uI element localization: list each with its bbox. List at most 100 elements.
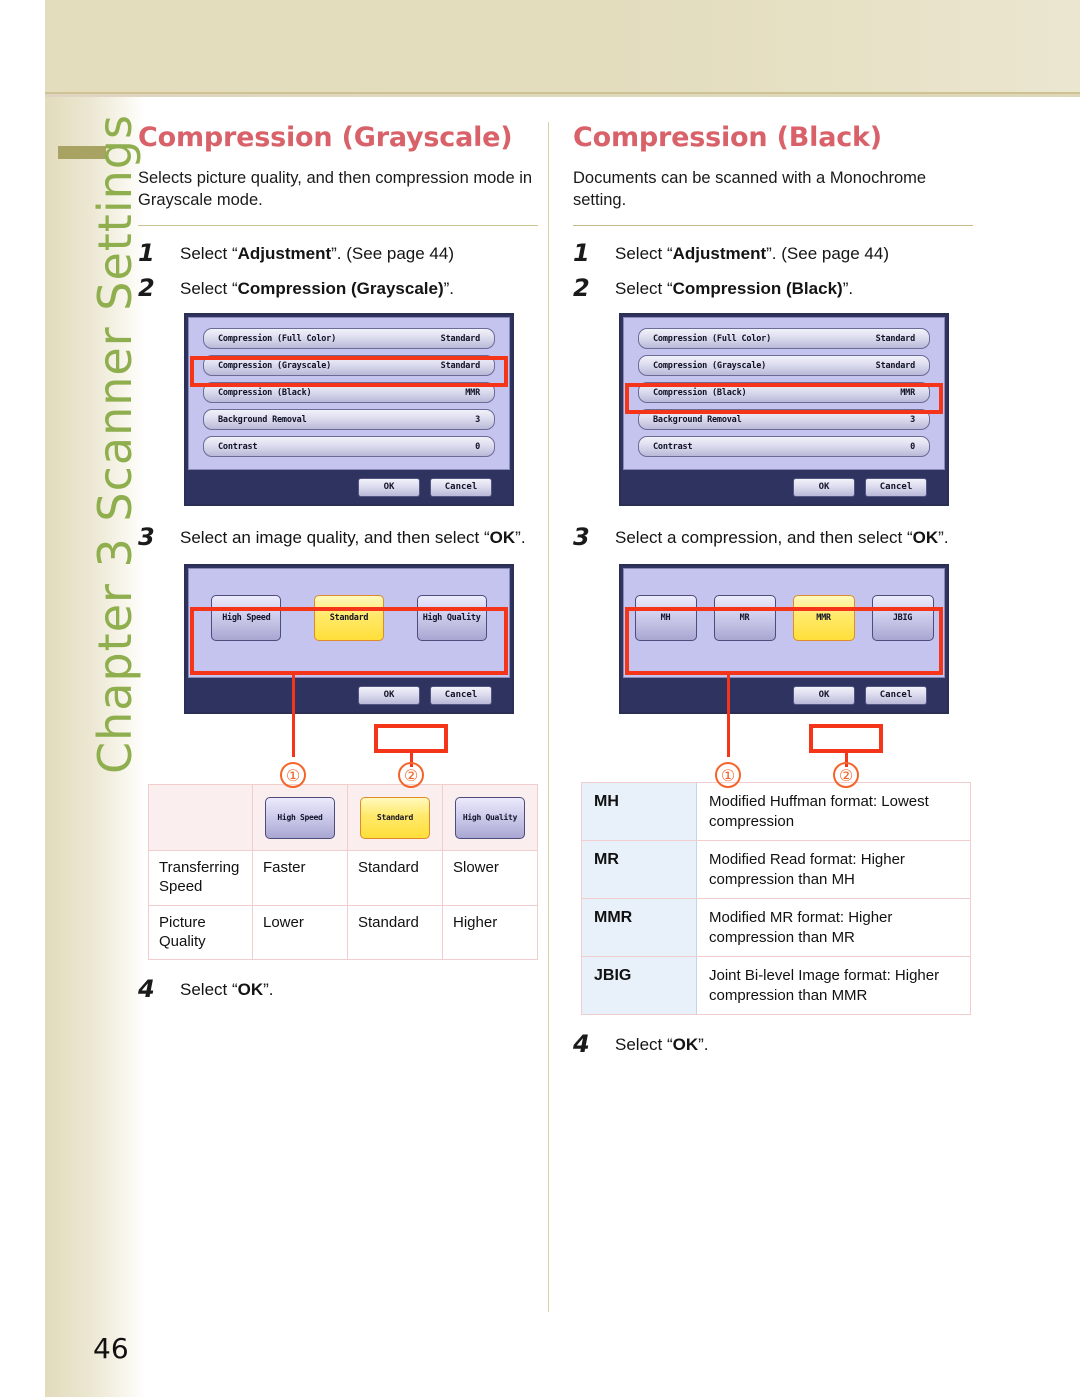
left-step-1-bold: Adjustment (237, 244, 332, 264)
right-lcd-menu-footer: OK Cancel (623, 470, 945, 504)
left-lcd-row-grayscale[interactable]: Compression (Grayscale) Standard (203, 355, 495, 376)
left-step-2-post: ”. (443, 278, 454, 298)
left-lcd-row-contrast[interactable]: Contrast 0 (203, 436, 495, 457)
left-lcd-menu-screen: Compression (Full Color) Standard Compre… (184, 313, 514, 506)
document-page: Chapter 3 Scanner Settings 46 Compressio… (0, 0, 1080, 1397)
right-lcd-choice-tiles: MH MR MMR JBIG (624, 569, 944, 677)
left-tile-high-quality[interactable]: High Quality (416, 595, 487, 642)
left-lcd-row-background-removal-value: 3 (475, 414, 480, 425)
left-divider-rule (138, 225, 538, 227)
mini-tile-high-quality: High Quality (455, 796, 525, 839)
left-lcd-menu-footer: OK Cancel (188, 470, 510, 504)
left-step-3-pre: Select an image quality, and then select… (180, 528, 490, 547)
right-lcd-row-grayscale-value: Standard (875, 360, 916, 371)
left-lcd-row-background-removal[interactable]: Background Removal 3 (203, 409, 495, 430)
right-lcd-choice-footer: OK Cancel (623, 678, 945, 713)
right-step-3: 3 Select a compression, and then select … (573, 524, 973, 551)
right-table-key-mmr: MMR (581, 898, 697, 958)
right-callout-1-connector (727, 675, 730, 758)
left-lcd-row-black-label: Compression (Black) (218, 387, 312, 398)
right-column: Compression (Black) Documents can be sca… (573, 122, 973, 1066)
right-step-2-bold: Compression (Black) (672, 278, 843, 298)
right-lcd-row-full-color[interactable]: Compression (Full Color) Standard (638, 328, 930, 349)
left-table-row-1-val-0: Lower (252, 904, 348, 961)
left-lcd-row-full-color[interactable]: Compression (Full Color) Standard (203, 328, 495, 349)
left-tile-high-speed[interactable]: High Speed (211, 595, 282, 642)
right-lcd-menu-figure: Compression (Full Color) Standard Compre… (619, 313, 973, 506)
left-step-4-pre: Select “ (180, 980, 238, 1000)
page-top-banner-shadow (45, 94, 1080, 97)
left-step-4-text: Select “OK”. (180, 976, 274, 1001)
right-tile-mr[interactable]: MR (713, 595, 776, 642)
left-step-2-pre: Select “ (180, 278, 238, 298)
right-lcd-menu-ok-button[interactable]: OK (793, 477, 855, 497)
right-lcd-row-black[interactable]: Compression (Black) MMR (638, 382, 930, 403)
right-step-3-pre: Select a compression, and then select “ (615, 528, 913, 547)
left-step-3-text: Select an image quality, and then select… (180, 524, 526, 549)
left-table-header-standard: Standard (347, 784, 443, 852)
left-lcd-choice-cancel-button[interactable]: Cancel (430, 685, 492, 705)
left-lcd-choice-screen: High Speed Standard High Quality OK Canc… (184, 564, 514, 715)
left-table-row-0-val-0: Faster (252, 850, 348, 906)
left-lcd-row-grayscale-label: Compression (Grayscale) (218, 360, 332, 371)
right-step-4-number: 4 (573, 1030, 590, 1059)
right-lcd-row-contrast-value: 0 (910, 441, 915, 452)
left-lcd-menu-ok-button[interactable]: OK (358, 477, 420, 497)
right-table-key-mh: MH (581, 782, 697, 842)
left-table-row-0-val-2: Slower (442, 850, 538, 906)
right-step-4-text: Select “OK”. (615, 1031, 709, 1056)
right-tile-mmr[interactable]: MMR (792, 595, 855, 642)
left-step-2-bold: Compression (Grayscale) (237, 278, 444, 298)
right-choice-ok-highlight-box (809, 724, 883, 754)
mini-tile-standard: Standard (360, 796, 430, 839)
right-step-3-bold: OK (912, 528, 939, 547)
left-step-4-number: 4 (138, 975, 155, 1004)
left-lcd-choice-tiles: High Speed Standard High Quality (189, 569, 509, 677)
left-lcd-choice-footer: OK Cancel (188, 678, 510, 713)
left-step-1-post: ”. (See page 44) (331, 244, 454, 264)
left-table-header-high-quality: High Quality (442, 784, 538, 852)
left-section-description: Selects picture quality, and then compre… (138, 169, 533, 210)
right-section-description: Documents can be scanned with a Monochro… (573, 169, 927, 210)
left-lcd-row-grayscale-value: Standard (440, 360, 481, 371)
left-lcd-row-black[interactable]: Compression (Black) MMR (203, 382, 495, 403)
left-lcd-menu-body: Compression (Full Color) Standard Compre… (188, 317, 510, 470)
right-lcd-row-background-removal[interactable]: Background Removal 3 (638, 409, 930, 430)
left-step-3: 3 Select an image quality, and then sele… (138, 523, 538, 551)
left-lcd-row-contrast-value: 0 (475, 441, 480, 452)
left-table-header-blank (148, 784, 253, 852)
table-row: MH Modified Huffman format: Lowest compr… (581, 782, 971, 842)
right-lcd-row-grayscale[interactable]: Compression (Grayscale) Standard (638, 355, 930, 376)
page-number: 46 (93, 1332, 129, 1365)
table-row: Transferring Speed Faster Standard Slowe… (148, 850, 538, 906)
left-step-1: 1 Select “Adjustment”. (See page 44) (138, 240, 538, 267)
right-step-2-number: 2 (573, 273, 590, 302)
left-lcd-row-black-value: MMR (465, 387, 480, 398)
right-table-key-mr: MR (581, 840, 697, 900)
left-step-3-number: 3 (138, 523, 155, 551)
page-top-banner (45, 0, 1080, 94)
left-callout-1-connector (292, 675, 295, 758)
right-lcd-menu-screen: Compression (Full Color) Standard Compre… (619, 313, 949, 506)
right-lcd-choice-ok-button[interactable]: OK (793, 685, 855, 705)
right-lcd-row-background-removal-label: Background Removal (653, 414, 742, 425)
left-lcd-row-contrast-label: Contrast (218, 441, 258, 452)
right-step-2-pre: Select “ (615, 278, 673, 298)
right-step-1-bold: Adjustment (672, 244, 767, 264)
left-lcd-menu-cancel-button[interactable]: Cancel (430, 477, 492, 497)
left-table-header-high-speed: High Speed (252, 784, 348, 852)
right-tile-jbig[interactable]: JBIG (871, 595, 934, 642)
left-lcd-choice-ok-button[interactable]: OK (358, 685, 420, 705)
right-lcd-menu-cancel-button[interactable]: Cancel (865, 477, 927, 497)
right-section-title: Compression (Black) (573, 122, 882, 153)
table-row: JBIG Joint Bi-level Image format: Higher… (581, 956, 971, 1016)
left-section-title: Compression (Grayscale) (138, 122, 513, 153)
left-step-4-post: ”. (263, 980, 274, 1000)
right-tile-mh[interactable]: MH (634, 595, 697, 642)
right-lcd-row-contrast[interactable]: Contrast 0 (638, 436, 930, 457)
left-lcd-row-full-color-value: Standard (440, 333, 481, 344)
left-lcd-choice-body: High Speed Standard High Quality (188, 568, 510, 679)
right-step-1: 1 Select “Adjustment”. (See page 44) (573, 240, 973, 267)
right-lcd-choice-cancel-button[interactable]: Cancel (865, 685, 927, 705)
left-tile-standard[interactable]: Standard (313, 595, 384, 642)
